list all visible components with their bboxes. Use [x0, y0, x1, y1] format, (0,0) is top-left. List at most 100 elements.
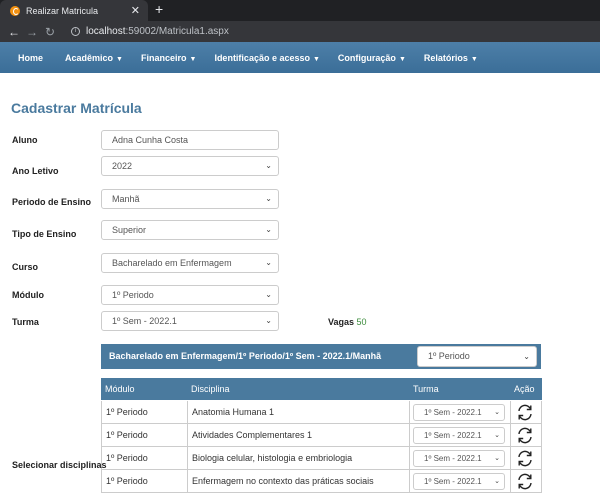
- back-arrow-icon[interactable]: ←: [5, 25, 23, 39]
- aluno-label: Aluno: [12, 135, 38, 145]
- url-host: localhost: [86, 26, 126, 37]
- cell-modulo: 1º Periodo: [101, 424, 187, 447]
- refresh-icon[interactable]: [516, 450, 534, 467]
- cell-disciplina: Enfermagem no contexto das práticas soci…: [187, 470, 409, 493]
- selection-summary-text: Bacharelado em Enfermagem/1º Periodo/1º …: [109, 351, 382, 361]
- reload-icon[interactable]: ↻: [41, 25, 59, 39]
- favicon-icon: [10, 5, 20, 16]
- row-turma-select[interactable]: 1º Sem - 2022.1 ⌄: [413, 404, 505, 421]
- chevron-down-icon: ⌄: [494, 478, 500, 485]
- forward-arrow-icon[interactable]: →: [23, 25, 41, 39]
- site-info-icon[interactable]: i: [71, 27, 80, 36]
- tipo-ensino-value: Superior: [112, 225, 147, 235]
- vagas-info: Vagas 50: [328, 317, 367, 327]
- chevron-down-icon: ⌄: [265, 194, 272, 203]
- col-disciplina: Disciplina: [191, 384, 230, 394]
- turma-label: Turma: [12, 317, 39, 327]
- cell-disciplina: Biologia celular, histologia e embriolog…: [187, 447, 409, 470]
- ano-letivo-select[interactable]: 2022 ⌄: [101, 156, 279, 176]
- nav-label: Home: [18, 52, 44, 63]
- cell-modulo: 1º Periodo: [101, 447, 187, 470]
- chevron-down-icon: ⌄: [265, 258, 272, 267]
- aluno-field[interactable]: Adna Cunha Costa: [101, 130, 279, 150]
- vagas-value: 50: [356, 317, 367, 327]
- nav-configuracao[interactable]: Configuração ▼: [338, 53, 406, 63]
- chevron-down-icon: ⌄: [265, 225, 272, 234]
- page-title: Cadastrar Matrícula: [11, 100, 142, 116]
- band-modulo-select[interactable]: 1º Periodo ⌄: [417, 346, 537, 367]
- curso-value: Bacharelado em Enfermagem: [112, 258, 232, 268]
- refresh-icon[interactable]: [516, 427, 534, 444]
- nav-relatorios[interactable]: Relatórios ▼: [424, 53, 478, 63]
- cell-modulo: 1º Periodo: [101, 470, 187, 493]
- nav-financeiro[interactable]: Financeiro ▼: [141, 53, 196, 63]
- nav-label: Financeiro: [140, 52, 187, 63]
- caret-down-icon: ▼: [116, 55, 123, 63]
- chevron-down-icon: ⌄: [494, 432, 500, 439]
- caret-down-icon: ▼: [398, 55, 406, 63]
- table-header: Módulo Disciplina Turma Ação: [101, 378, 542, 400]
- url-field[interactable]: localhost:59002/Matricula1.aspx: [86, 26, 229, 37]
- row-turma-select[interactable]: 1º Sem - 2022.1 ⌄: [413, 427, 505, 444]
- tab-title: Realizar Matricula: [26, 5, 99, 16]
- tipo-ensino-select[interactable]: Superior ⌄: [101, 220, 279, 240]
- band-modulo-value: 1º Periodo: [428, 351, 470, 361]
- tipo-ensino-label: Tipo de Ensino: [12, 229, 77, 239]
- row-turma-value: 1º Sem - 2022.1: [424, 477, 482, 486]
- refresh-icon[interactable]: [516, 473, 534, 490]
- turma-value: 1º Sem - 2022.1: [112, 316, 177, 326]
- col-acao: Ação: [514, 384, 535, 394]
- chevron-down-icon: ⌄: [265, 290, 272, 299]
- caret-down-icon: ▼: [312, 55, 320, 63]
- address-bar-row: ← → ↻ i localhost:59002/Matricula1.aspx: [0, 21, 600, 42]
- chevron-down-icon: ⌄: [494, 455, 500, 462]
- aluno-value: Adna Cunha Costa: [112, 135, 189, 145]
- selecionar-disciplinas-label: Selecionar disciplinas: [12, 460, 107, 470]
- row-turma-value: 1º Sem - 2022.1: [424, 431, 482, 440]
- url-path: :59002/Matricula1.aspx: [125, 26, 229, 37]
- caret-down-icon: ▼: [470, 55, 478, 63]
- refresh-icon[interactable]: [516, 404, 534, 421]
- chevron-down-icon: ⌄: [265, 316, 272, 325]
- row-turma-value: 1º Sem - 2022.1: [424, 454, 482, 463]
- row-turma-value: 1º Sem - 2022.1: [424, 408, 482, 417]
- modulo-select[interactable]: 1º Periodo ⌄: [101, 285, 279, 305]
- caret-down-icon: ▼: [189, 55, 197, 63]
- cell-disciplina: Atividades Complementares 1: [187, 424, 409, 447]
- main-nav: Home Acadêmico ▼ Financeiro ▼ Identificaçã…: [0, 42, 600, 73]
- periodo-select[interactable]: Manhã ⌄: [101, 189, 279, 209]
- nav-label: Acadêmico: [65, 52, 114, 63]
- nav-label: Identificação e acesso: [214, 52, 310, 63]
- table-row: 1º Periodo Atividades Complementares 1 1º …: [101, 424, 542, 447]
- nav-label: Relatórios: [423, 52, 468, 63]
- nav-label: Configuração: [337, 52, 396, 63]
- close-tab-icon[interactable]: ✕: [131, 4, 140, 17]
- periodo-label: Periodo de Ensino: [12, 197, 92, 207]
- chevron-down-icon: ⌄: [265, 161, 272, 170]
- table-row: 1º Periodo Anatomia Humana 1 1º Sem - 2022…: [101, 401, 542, 424]
- nav-home[interactable]: Home: [18, 53, 43, 63]
- new-tab-icon[interactable]: +: [155, 1, 163, 17]
- curso-select[interactable]: Bacharelado em Enfermagem ⌄: [101, 253, 279, 273]
- col-modulo: Módulo: [105, 384, 135, 394]
- table-row: 1º Periodo Enfermagem no contexto das prá…: [101, 470, 542, 493]
- curso-label: Curso: [12, 262, 39, 272]
- nav-academico[interactable]: Acadêmico ▼: [65, 53, 123, 63]
- row-turma-select[interactable]: 1º Sem - 2022.1 ⌄: [413, 450, 505, 467]
- turma-select[interactable]: 1º Sem - 2022.1 ⌄: [101, 311, 279, 331]
- ano-letivo-value: 2022: [112, 161, 133, 171]
- browser-tab-strip: Realizar Matricula ✕ +: [0, 0, 600, 21]
- cell-modulo: 1º Periodo: [101, 401, 187, 424]
- nav-identificacao[interactable]: Identificação e acesso ▼: [214, 53, 319, 63]
- browser-tab[interactable]: Realizar Matricula ✕: [0, 0, 148, 21]
- periodo-value: Manhã: [112, 194, 140, 204]
- modulo-label: Módulo: [12, 290, 44, 300]
- table-row: 1º Periodo Biologia celular, histologia e…: [101, 447, 542, 470]
- selection-summary-band: Bacharelado em Enfermagem/1º Periodo/1º …: [101, 344, 541, 369]
- cell-disciplina: Anatomia Humana 1: [187, 401, 409, 424]
- ano-letivo-label: Ano Letivo: [12, 166, 59, 176]
- vagas-label: Vagas: [328, 317, 355, 327]
- row-turma-select[interactable]: 1º Sem - 2022.1 ⌄: [413, 473, 505, 490]
- chevron-down-icon: ⌄: [523, 352, 530, 361]
- modulo-value: 1º Periodo: [112, 290, 154, 300]
